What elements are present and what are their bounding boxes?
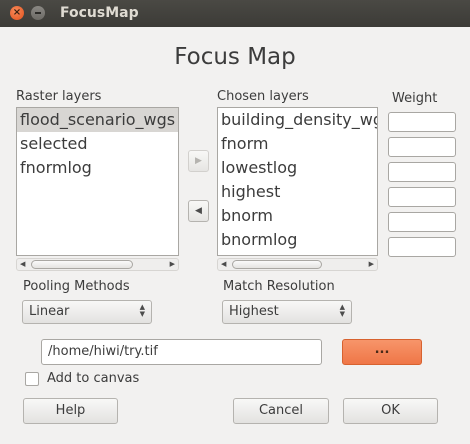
scrollbar-thumb[interactable]	[232, 260, 322, 269]
weight-input[interactable]	[388, 212, 456, 232]
chosen-layers-list[interactable]: building_density_wgs fnorm lowestlog hig…	[217, 107, 378, 256]
add-to-canvas-checkbox[interactable]	[25, 372, 39, 386]
add-to-canvas-label[interactable]: Add to canvas	[47, 371, 139, 386]
list-item[interactable]: building_density_wgs	[218, 108, 377, 132]
pooling-methods-label: Pooling Methods	[23, 279, 130, 294]
output-path-input[interactable]: /home/hiwi/try.tif	[41, 339, 322, 365]
list-item[interactable]: bnorm	[218, 204, 377, 228]
updown-arrows-icon: ▲ ▼	[339, 303, 345, 318]
list-item[interactable]: fnormlog	[17, 156, 178, 180]
window-title: FocusMap	[60, 5, 139, 21]
minimize-icon	[35, 12, 41, 14]
scroll-right-icon[interactable]: ▶	[369, 260, 374, 268]
raster-layers-list[interactable]: flood_scenario_wgs selected fnormlog	[16, 107, 179, 256]
match-resolution-select[interactable]: Highest ▲ ▼	[222, 300, 352, 324]
list-item[interactable]: bnormlog	[218, 228, 377, 252]
match-resolution-label: Match Resolution	[223, 279, 335, 294]
weight-input[interactable]	[388, 112, 456, 132]
ok-button[interactable]: OK	[343, 398, 438, 424]
dialog-heading: Focus Map	[174, 44, 296, 70]
weight-input[interactable]	[388, 187, 456, 207]
remove-layer-button[interactable]: ◀	[188, 200, 209, 222]
arrow-right-icon: ▶	[195, 156, 202, 166]
match-resolution-value: Highest	[229, 304, 279, 319]
weight-input[interactable]	[388, 237, 456, 257]
pooling-methods-select[interactable]: Linear ▲ ▼	[22, 300, 152, 324]
list-item[interactable]: flood_scenario_wgs	[17, 108, 178, 132]
scrollbar-thumb[interactable]	[31, 260, 133, 269]
chosen-layers-label: Chosen layers	[217, 89, 309, 104]
close-icon: ×	[12, 7, 22, 18]
help-button[interactable]: Help	[23, 398, 118, 424]
weight-input[interactable]	[388, 137, 456, 157]
raster-layers-label: Raster layers	[16, 89, 102, 104]
scroll-left-icon[interactable]: ◀	[221, 260, 226, 268]
title-bar: × FocusMap	[0, 0, 470, 27]
browse-button[interactable]: ...	[342, 339, 422, 365]
arrow-left-icon: ◀	[195, 206, 202, 216]
minimize-window-button[interactable]	[31, 6, 45, 20]
list-item[interactable]: fnorm	[218, 132, 377, 156]
updown-arrows-icon: ▲ ▼	[139, 303, 145, 318]
pooling-methods-value: Linear	[29, 304, 70, 319]
weight-input[interactable]	[388, 162, 456, 182]
scroll-left-icon[interactable]: ◀	[20, 260, 25, 268]
list-item[interactable]: lowestlog	[218, 156, 377, 180]
chosen-list-horizontal-scrollbar[interactable]: ◀ ▶	[217, 258, 378, 271]
scroll-right-icon[interactable]: ▶	[170, 260, 175, 268]
raster-list-horizontal-scrollbar[interactable]: ◀ ▶	[16, 258, 179, 271]
weight-label: Weight	[392, 91, 438, 106]
close-window-button[interactable]: ×	[10, 6, 24, 20]
list-item[interactable]: highest	[218, 180, 377, 204]
list-item[interactable]: selected	[17, 132, 178, 156]
add-layer-button[interactable]: ▶	[188, 150, 209, 172]
cancel-button[interactable]: Cancel	[233, 398, 329, 424]
